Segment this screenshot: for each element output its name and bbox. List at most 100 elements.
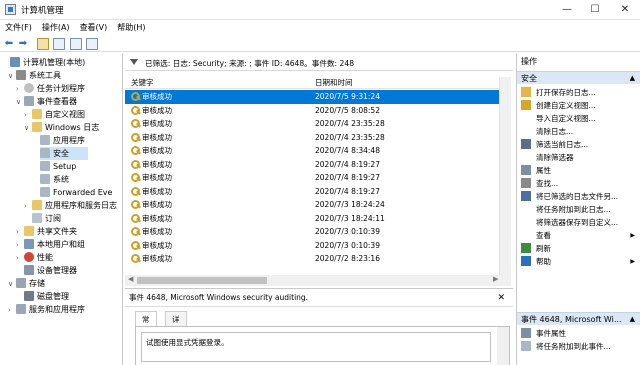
tree-item-task-scheduler[interactable]: › 任务计划程序: [16, 82, 85, 95]
blank-icon: [521, 126, 531, 136]
action-item-items1-4[interactable]: 筛选当前日志...: [517, 138, 640, 151]
column-header-datetime[interactable]: 日期和时间: [315, 77, 353, 89]
filter-text: 已筛选: 日志: Security; 来源: ; 事件 ID: 4648。事件数…: [145, 59, 355, 68]
subscription-icon: [32, 213, 42, 223]
action-item-items1-6[interactable]: 属性: [517, 164, 640, 177]
keyword-cell: 审核成功: [142, 186, 172, 196]
tree-item-computer-management[interactable]: 计算机管理(本地): [2, 56, 85, 69]
attach-task-icon: [521, 341, 531, 351]
keyword-cell: 审核成功: [142, 227, 172, 236]
table-row[interactable]: 审核成功 2020/7/3 0:10:39: [125, 239, 499, 253]
table-row[interactable]: 审核成功 2020/7/2 8:23:16: [125, 252, 499, 266]
action-item-items1-7[interactable]: 查找...: [517, 177, 640, 190]
table-row[interactable]: 审核成功 2020/7/4 23:35:28: [125, 117, 499, 131]
menu-help[interactable]: 帮助(H): [112, 20, 150, 36]
action-label: 将任务附加到此事件...: [536, 342, 611, 351]
action-label: 将筛选器保存到自定义...: [536, 218, 619, 227]
tree-item-event-viewer[interactable]: ∨ 事件查看器: [16, 95, 77, 108]
folder-icon: [32, 109, 42, 119]
menu-action[interactable]: 操作(A): [37, 20, 75, 36]
action-item-items1-3[interactable]: 清除日志...: [517, 125, 640, 138]
table-row[interactable]: 审核成功 2020/7/4 8:19:27: [125, 158, 499, 172]
tree-item-services-apps[interactable]: › 服务和应用程序: [8, 303, 85, 316]
actions-section-security[interactable]: 安全 ▲: [517, 71, 640, 84]
table-row[interactable]: 审核成功 2020/7/4 8:19:27: [125, 171, 499, 185]
tree-item-local-users-groups[interactable]: › 本地用户和组: [16, 238, 85, 251]
event-list-vertical-scrollbar[interactable]: [499, 77, 511, 275]
help-icon[interactable]: [70, 38, 82, 50]
table-row[interactable]: 审核成功 2020/7/3 18:24:11: [125, 212, 499, 226]
table-row[interactable]: 审核成功 2020/7/4 8:19:27: [125, 185, 499, 199]
table-row[interactable]: 审核成功 2020/7/5 9:31:24: [125, 90, 499, 104]
maximize-button[interactable]: ☐: [580, 0, 610, 20]
show-hide-tree-icon[interactable]: [53, 38, 65, 50]
action-item-items1-5[interactable]: 清除筛选器: [517, 151, 640, 164]
tree-item-shared-folders[interactable]: › 共享文件夹: [16, 225, 77, 238]
table-row[interactable]: 审核成功 2020/7/4 8:34:48: [125, 144, 499, 158]
action-item-items1-9[interactable]: 将任务附加到此日志...: [517, 203, 640, 216]
event-list-header: 关键字 日期和时间: [125, 77, 499, 89]
detail-scrollbar[interactable]: [497, 327, 509, 365]
keyword-cell: 审核成功: [142, 240, 172, 250]
help-icon: [521, 256, 531, 266]
action-item-items1-0[interactable]: 打开保存的日志...: [517, 86, 640, 99]
menu-file[interactable]: 文件(F): [0, 20, 37, 36]
scroll-left-icon[interactable]: ◀: [128, 275, 133, 283]
action-item-items1-13[interactable]: 帮助 ▶: [517, 255, 640, 268]
key-icon: [131, 105, 140, 115]
tree-item-device-manager[interactable]: 设备管理器: [24, 264, 77, 277]
datetime-cell: 2020/7/4 8:19:27: [315, 186, 380, 196]
action-label: 筛选当前日志...: [536, 140, 589, 149]
tools-icon: [16, 70, 26, 80]
close-button[interactable]: ✕: [610, 0, 640, 20]
key-icon: [131, 119, 140, 128]
tree-item-setup[interactable]: Setup: [40, 160, 76, 173]
action-item-items1-11[interactable]: 查看 ▶: [517, 229, 640, 242]
event-list-horizontal-scrollbar[interactable]: ◀ ▶: [125, 275, 511, 286]
action-item-items2-1[interactable]: 将任务附加到此事件...: [517, 340, 640, 353]
tree-item-disk-management[interactable]: 磁盘管理: [24, 290, 69, 303]
scroll-thumb[interactable]: [137, 277, 267, 284]
minimize-button[interactable]: —: [552, 0, 582, 20]
properties-pane-icon[interactable]: [86, 38, 98, 50]
tab-details[interactable]: 详细信息: [165, 311, 187, 365]
tree-item-system[interactable]: 系统: [40, 173, 69, 186]
tree-item-forwarded-events[interactable]: Forwarded Eve: [40, 186, 112, 199]
tree-item-app-service-logs[interactable]: › 应用程序和服务日志: [24, 199, 117, 212]
action-item-items1-2[interactable]: 导入自定义视图...: [517, 112, 640, 125]
keyword-cell: 审核成功: [142, 92, 172, 101]
tree-item-storage[interactable]: ∨ 存储: [8, 277, 45, 290]
tree-item-security[interactable]: 安全: [40, 147, 88, 160]
action-item-items1-1[interactable]: 创建自定义视图...: [517, 99, 640, 112]
action-label: 清除筛选器: [536, 153, 574, 162]
scroll-right-icon[interactable]: ▶: [493, 275, 498, 283]
table-row[interactable]: 审核成功 2020/7/4 23:35:28: [125, 131, 499, 145]
action-item-items1-12[interactable]: 刷新: [517, 242, 640, 255]
event-viewer-icon: [24, 96, 34, 106]
tree-item-custom-views[interactable]: › 自定义视图: [24, 108, 85, 121]
back-arrow-icon[interactable]: ⬅: [3, 38, 15, 50]
action-item-items1-10[interactable]: 将筛选器保存到自定义...: [517, 216, 640, 229]
action-label: 帮助: [536, 257, 551, 266]
event-list: 关键字 日期和时间 审核成功 2020/7/5 9:31:24 审核成功 2020/7…: [125, 77, 499, 275]
tree-item-system-tools[interactable]: ∨ 系统工具: [8, 69, 61, 82]
detail-content: 试图使用显式凭据登录。: [135, 326, 510, 365]
actions-section-event[interactable]: 事件 4648, Microsoft Wi... ▲: [517, 312, 640, 325]
tree-item-performance[interactable]: › 性能: [16, 251, 53, 264]
save-icon: [521, 191, 531, 201]
detail-close-icon[interactable]: ✕: [497, 289, 505, 307]
forward-arrow-icon[interactable]: ➡: [17, 38, 29, 50]
tree-item-windows-logs[interactable]: ∨ Windows 日志: [24, 121, 99, 134]
action-item-items2-0[interactable]: 事件属性: [517, 327, 640, 340]
table-row[interactable]: 审核成功 2020/7/3 18:24:24: [125, 198, 499, 212]
column-header-keyword[interactable]: 关键字: [131, 77, 154, 89]
log-icon: [40, 161, 50, 171]
tree-item-subscriptions[interactable]: 订阅: [32, 212, 61, 225]
menu-view[interactable]: 查看(V): [75, 20, 113, 36]
table-row[interactable]: 审核成功 2020/7/5 8:08:52: [125, 104, 499, 118]
action-item-items1-8[interactable]: 将已筛选的日志文件另...: [517, 190, 640, 203]
table-row[interactable]: 审核成功 2020/7/3 0:10:39: [125, 225, 499, 239]
up-folder-icon[interactable]: [37, 38, 49, 50]
tab-general[interactable]: 常规: [135, 311, 157, 339]
tree-item-application[interactable]: 应用程序: [40, 134, 85, 147]
